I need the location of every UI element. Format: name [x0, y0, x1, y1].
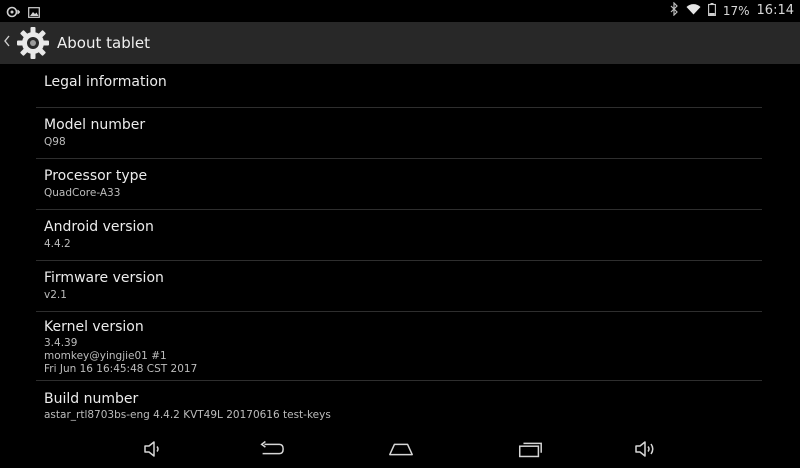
- list-item-processor-type[interactable]: Processor type QuadCore-A33: [36, 159, 762, 210]
- item-summary: astar_rtl8703bs-eng 4.4.2 KVT49L 2017061…: [44, 409, 331, 421]
- about-list: Legal information Model number Q98 Proce…: [36, 64, 762, 431]
- navigation-bar: [0, 431, 800, 468]
- list-item-android-version[interactable]: Android version 4.4.2: [36, 210, 762, 261]
- settings-gear-icon[interactable]: [15, 25, 51, 61]
- volume-down-icon[interactable]: [139, 438, 167, 460]
- list-item-build-number[interactable]: Build number astar_rtl8703bs-eng 4.4.2 K…: [36, 381, 762, 431]
- battery-percent: 17%: [722, 3, 750, 18]
- item-summary: QuadCore-A33: [44, 187, 121, 199]
- clock: 16:14: [756, 3, 794, 18]
- item-title: Processor type: [44, 168, 148, 184]
- volume-up-icon[interactable]: [632, 438, 660, 460]
- item-summary: Q98: [44, 136, 66, 148]
- item-summary: 4.4.2: [44, 238, 71, 250]
- list-item-kernel-version[interactable]: Kernel version 3.4.39 momkey@yingjie01 #…: [36, 312, 762, 381]
- back-icon[interactable]: [257, 438, 285, 460]
- status-bar-left: [6, 3, 40, 22]
- page-title: About tablet: [57, 34, 150, 52]
- item-summary: v2.1: [44, 289, 67, 301]
- item-summary-line: 3.4.39: [44, 337, 78, 349]
- list-item-legal-information[interactable]: Legal information: [36, 64, 762, 108]
- item-title: Model number: [44, 117, 146, 133]
- item-title: Build number: [44, 391, 139, 407]
- wifi-icon: [686, 3, 701, 18]
- item-title: Kernel version: [44, 319, 144, 335]
- list-item-model-number[interactable]: Model number Q98: [36, 108, 762, 159]
- bluetooth-icon: [670, 1, 679, 19]
- battery-icon: [707, 2, 716, 19]
- status-bar: 17% 16:14: [0, 0, 800, 22]
- item-title: Legal information: [44, 74, 167, 90]
- item-title: Firmware version: [44, 270, 164, 286]
- status-bar-right: 17% 16:14: [670, 1, 794, 19]
- image-icon: [28, 3, 40, 22]
- up-chevron-icon[interactable]: [3, 34, 13, 52]
- notification-icon: [6, 3, 21, 22]
- home-icon[interactable]: [387, 438, 415, 460]
- item-summary-line: Fri Jun 16 16:45:48 CST 2017: [44, 363, 198, 375]
- recents-icon[interactable]: [516, 438, 544, 460]
- item-summary-line: momkey@yingjie01 #1: [44, 350, 167, 362]
- item-title: Android version: [44, 219, 154, 235]
- action-bar: About tablet: [0, 22, 800, 64]
- list-item-firmware-version[interactable]: Firmware version v2.1: [36, 261, 762, 312]
